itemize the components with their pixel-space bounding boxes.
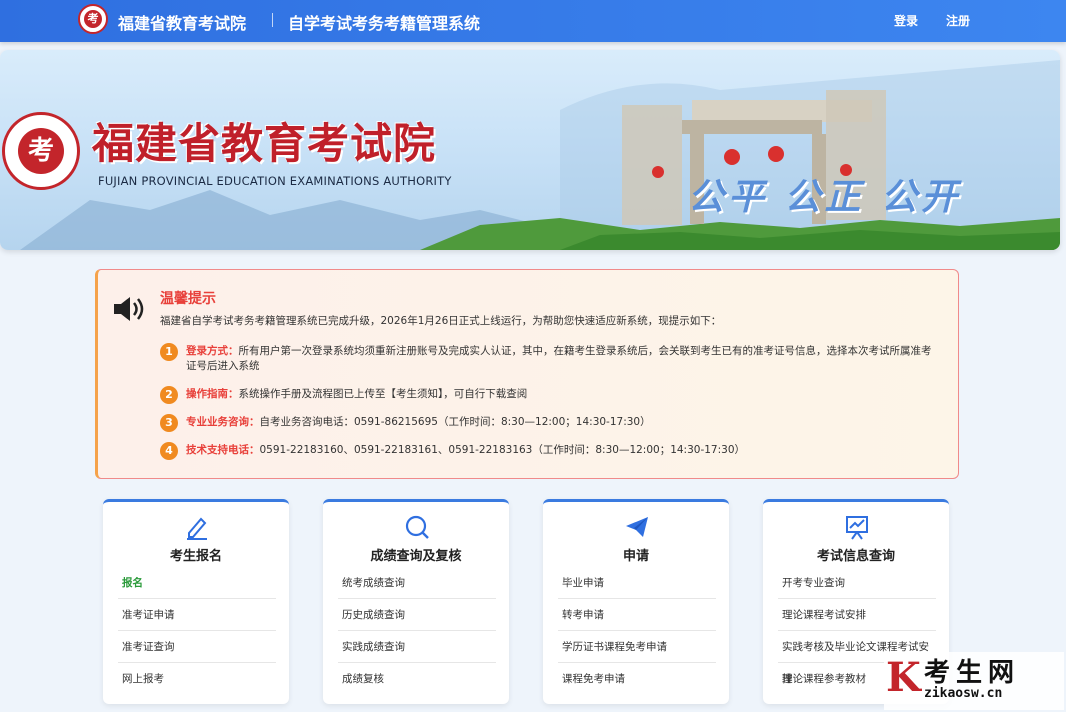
link-unified-score[interactable]: 统考成绩查询 [338,567,496,599]
link-score-review[interactable]: 成绩复核 [338,663,496,695]
link-register[interactable]: 报名 [118,567,276,599]
notice-item-text[interactable]: 系统操作手册及流程图已上传至【考生须知】，可自行下载查阅 [239,388,528,400]
pencil-icon [187,517,207,540]
paper-plane-icon [626,517,648,537]
link-history-score[interactable]: 历史成绩查询 [338,599,496,631]
notice-item-label: 登录方式： [186,345,239,357]
notice-item-text: 自考业务咨询电话：0591-86215695（工作时间：8:30—12:00；1… [259,416,651,428]
top-header: 考 福建省教育考试院 自学考试考务考籍管理系统 登录 注册 [0,0,1066,42]
banner-subtitle-en: FUJIAN PROVINCIAL EDUCATION EXAMINATIONS… [98,174,452,188]
authority-logo-mark: 考 [18,128,64,174]
hero-banner: 考 福建省教育考试院 FUJIAN PROVINCIAL EDUCATION E… [0,50,1060,250]
notice-item-text: 所有用户第一次登录系统均须重新注册账号及完成实人认证，其中，在籍考生登录系统后，… [186,345,932,372]
notice-intro: 福建省自学考试考务考籍管理系统已完成升级，2026年1月26日正式上线运行，为帮… [160,315,722,327]
site-name[interactable]: 福建省教育考试院 [118,10,246,34]
watermark-text: 考生网 [924,658,1021,688]
chart-board-icon [846,516,868,540]
site-logo[interactable]: 考 [78,4,108,34]
watermark-letter: K [886,654,921,701]
header-divider [272,13,273,27]
card-scores: 成绩查询及复核 统考成绩查询 历史成绩查询 实践成绩查询 成绩复核 [323,499,509,704]
card-title: 考试信息查询 [816,549,895,564]
link-admission-apply[interactable]: 准考证申请 [118,599,276,631]
card-title: 申请 [622,549,649,564]
notice-item-label: 技术支持电话： [186,444,260,456]
link-diploma-exemption[interactable]: 学历证书课程免考申请 [558,631,716,663]
system-name: 自学考试考务考籍管理系统 [288,14,481,33]
notice-panel: 温馨提示 福建省自学考试考务考籍管理系统已完成升级，2026年1月26日正式上线… [95,269,959,479]
link-course-exemption[interactable]: 课程免考申请 [558,663,716,695]
logo-mark: 考 [84,10,102,28]
link-admission-query[interactable]: 准考证查询 [118,631,276,663]
watermark-url: zikaosw.cn [924,686,1003,701]
authority-logo: 考 [2,112,80,190]
number-badge: 4 [160,442,178,460]
number-badge: 1 [160,343,178,361]
link-transfer-apply[interactable]: 转考申请 [558,599,716,631]
card-title: 成绩查询及复核 [370,549,462,564]
register-link[interactable]: 注册 [946,12,970,29]
notice-title: 温馨提示 [160,291,216,307]
link-online-exam-register[interactable]: 网上报考 [118,663,276,695]
speaker-icon [114,297,144,321]
watermark-logo: K 考生网 zikaosw.cn [884,652,1064,710]
link-graduation-apply[interactable]: 毕业申请 [558,567,716,599]
card-title: 考生报名 [169,549,222,564]
link-practice-score[interactable]: 实践成绩查询 [338,631,496,663]
card-applications: 申请 毕业申请 转考申请 学历证书课程免考申请 课程免考申请 [543,499,729,704]
banner-title: 福建省教育考试院 [92,119,437,168]
login-link[interactable]: 登录 [894,12,918,29]
link-majors-query[interactable]: 开考专业查询 [778,567,936,599]
notice-item-label: 专业业务咨询： [186,416,260,428]
notice-item-text: 0591-22183160、0591-22183161、0591-2218316… [259,444,746,456]
link-theory-schedule[interactable]: 理论课程考试安排 [778,599,936,631]
card-registration: 考生报名 报名 准考证申请 准考证查询 网上报考 [103,499,289,704]
search-icon [405,515,429,539]
banner-slogan: 公平 公正 公开 [688,176,962,218]
notice-item-label: 操作指南： [186,388,239,400]
number-badge: 2 [160,386,178,404]
number-badge: 3 [160,414,178,432]
